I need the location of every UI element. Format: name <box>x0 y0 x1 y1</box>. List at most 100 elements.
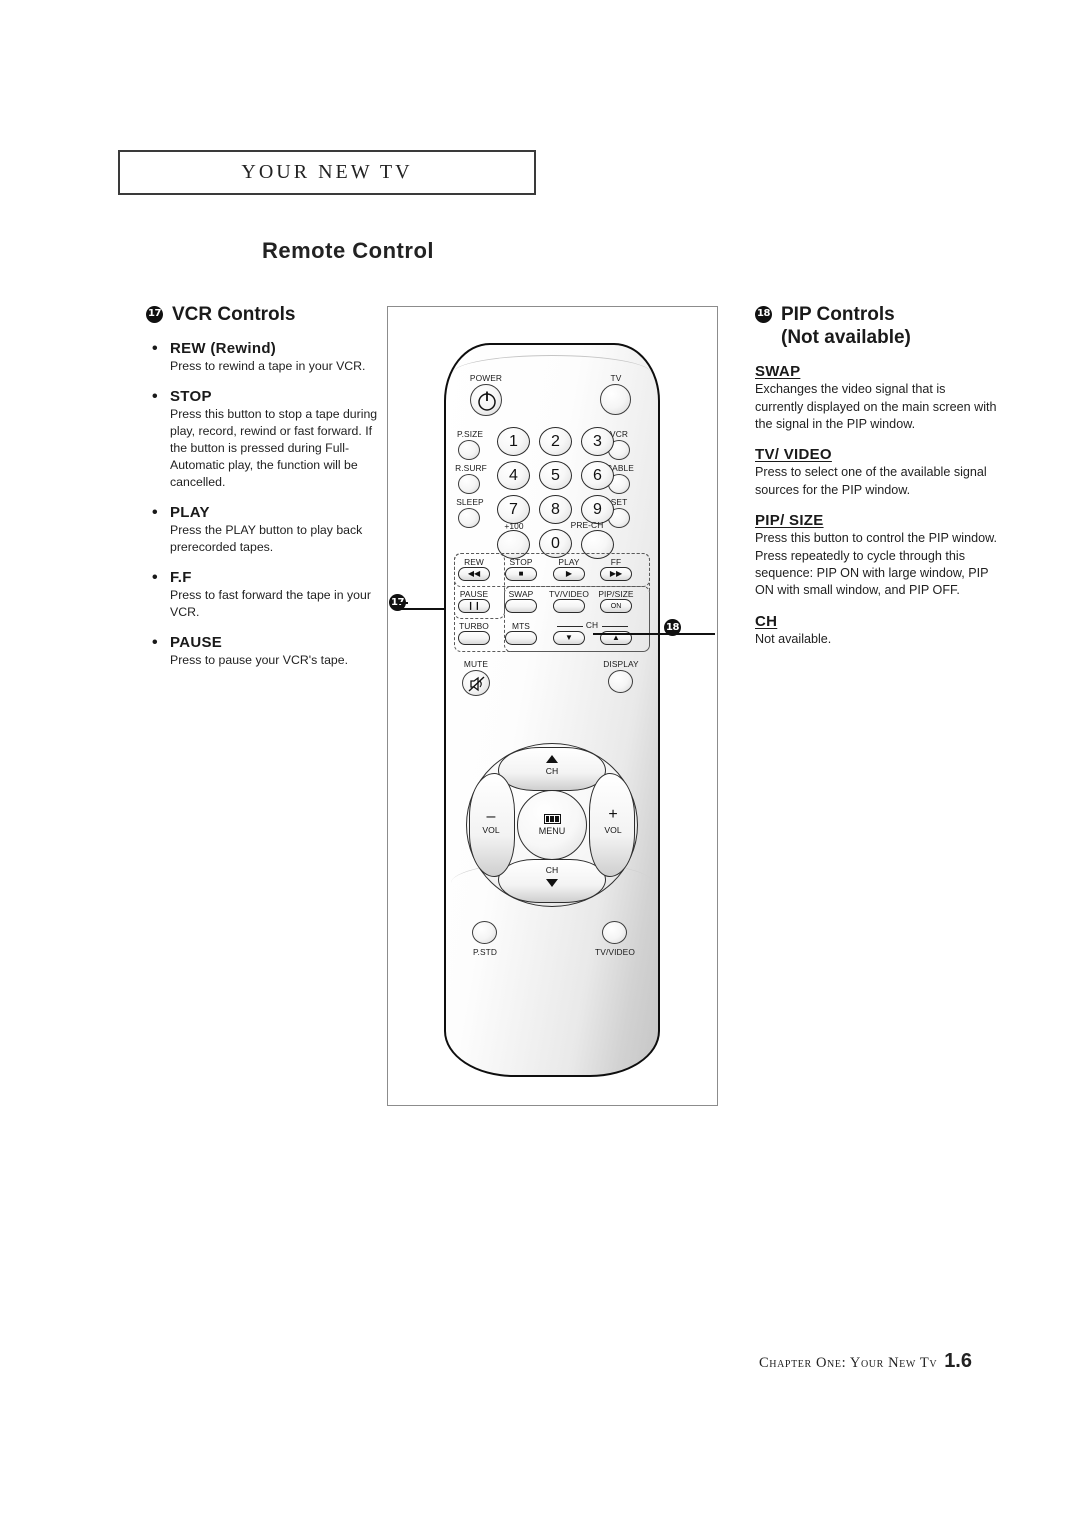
entry-desc: Press the PLAY button to play back prere… <box>170 522 363 554</box>
entry-desc: Press this button to control the PIP win… <box>755 531 997 598</box>
entry-desc: Press to select one of the available sig… <box>755 465 987 497</box>
tvvideo-pip-button[interactable] <box>553 599 585 613</box>
entry-term: STOP <box>170 388 388 405</box>
pip-controls-heading-label: PIP Controls (Not available) <box>781 303 911 349</box>
pause-icon: ❙❙ <box>467 601 481 610</box>
keypad-button-7[interactable]: 7 <box>497 495 530 524</box>
list-item: PAUSE Press to pause your VCR's tape. <box>146 634 388 669</box>
psize-button-label: P.SIZE <box>456 429 484 439</box>
entry-term: CH <box>755 612 778 630</box>
pip-on-text: ON <box>610 602 622 610</box>
entry-term: PIP/ SIZE <box>755 512 824 530</box>
mts-button-label: MTS <box>512 621 530 631</box>
bottom-tvvideo-button[interactable] <box>602 921 627 944</box>
keypad-button-4[interactable]: 4 <box>497 461 530 490</box>
display-button[interactable] <box>608 670 633 693</box>
pip-controls-heading: 18 PIP Controls (Not available) <box>755 303 997 349</box>
mute-button[interactable] <box>462 670 490 696</box>
power-button[interactable] <box>470 384 502 416</box>
list-item: CH Not available. <box>755 613 997 648</box>
pip-heading-line1: PIP Controls <box>781 304 895 325</box>
chapter-header-box: Your New Tv <box>118 150 536 195</box>
tvvideo-pip-button-label: TV/VIDEO <box>549 589 589 599</box>
prech-label: PRE-CH <box>570 520 604 530</box>
play-button-label: PLAY <box>558 557 580 567</box>
chapter-header-title: Your New Tv <box>241 161 413 183</box>
arrow-down-icon <box>546 879 558 887</box>
page-footer: Chapter One: Your New Tv 1.6 <box>759 1350 972 1373</box>
keypad-button-2[interactable]: 2 <box>539 427 572 456</box>
keypad-button-8[interactable]: 8 <box>539 495 572 524</box>
triangle-down-icon: ▼ <box>565 633 573 642</box>
power-button-label: POWER <box>469 373 503 383</box>
arrow-up-icon <box>546 755 558 763</box>
play-button[interactable]: ▶ <box>553 567 585 581</box>
entry-term: PAUSE <box>170 634 388 651</box>
ch-bracket-left <box>557 626 583 627</box>
rsurf-button-label: R.SURF <box>455 463 487 473</box>
sleep-button[interactable] <box>458 508 480 528</box>
psize-button[interactable] <box>458 440 480 460</box>
ch-group-label: CH <box>585 620 599 630</box>
turbo-button-label: TURBO <box>459 621 489 631</box>
entry-term: REW (Rewind) <box>170 340 388 357</box>
mts-button[interactable] <box>505 631 537 645</box>
keypad-button-6[interactable]: 6 <box>581 461 614 490</box>
pipsize-button[interactable]: ON <box>600 599 632 613</box>
vcr-controls-column: 17 VCR Controls REW (Rewind) Press to re… <box>146 303 388 682</box>
entry-desc: Not available. <box>755 631 832 646</box>
entry-term: SWAP <box>755 363 801 381</box>
mute-icon <box>468 676 485 692</box>
rsurf-button[interactable] <box>458 474 480 494</box>
volume-plus-icon: + <box>608 806 618 823</box>
pip-controls-column: 18 PIP Controls (Not available) SWAP Exc… <box>755 303 997 661</box>
keypad-button-3[interactable]: 3 <box>581 427 614 456</box>
play-icon: ▶ <box>565 569 573 578</box>
swap-button[interactable] <box>505 599 537 613</box>
vcr-controls-heading: 17 VCR Controls <box>146 303 388 326</box>
stop-button[interactable]: ■ <box>505 567 537 581</box>
entry-term: PLAY <box>170 504 388 521</box>
mute-button-label: MUTE <box>463 659 489 669</box>
ch-bracket-right <box>602 626 628 627</box>
entry-desc: Press to rewind a tape in your VCR. <box>170 359 366 374</box>
ff-button[interactable]: ▶▶ <box>600 567 632 581</box>
navigation-pad: CH CH – VOL + VOL MENU <box>466 743 638 907</box>
swap-button-label: SWAP <box>508 589 534 599</box>
menu-icon <box>543 814 561 824</box>
menu-button[interactable]: MENU <box>517 790 587 860</box>
volume-minus-icon: – <box>486 808 496 825</box>
rew-button-label: REW <box>464 557 484 567</box>
footer-text: Chapter One: Your New Tv <box>759 1355 938 1371</box>
callout-line-17-outer <box>398 602 408 604</box>
callout-badge-18: 18 <box>755 306 772 323</box>
tv-button[interactable] <box>600 384 631 415</box>
entry-desc: Press this button to stop a tape during … <box>170 407 378 490</box>
keypad-button-5[interactable]: 5 <box>539 461 572 490</box>
pstd-button-label: P.STD <box>472 947 498 957</box>
list-item: STOP Press this button to stop a tape du… <box>146 388 388 491</box>
list-item: SWAP Exchanges the video signal that is … <box>755 363 997 433</box>
turbo-button[interactable] <box>458 631 490 645</box>
vcr-controls-heading-label: VCR Controls <box>172 304 296 325</box>
nav-left-label: VOL <box>482 825 500 835</box>
list-item: PLAY Press the PLAY button to play back … <box>146 504 388 556</box>
channel-down-button[interactable]: ▼ <box>553 631 585 645</box>
fast-forward-icon: ▶▶ <box>609 569 623 578</box>
pause-button-label: PAUSE <box>459 589 489 599</box>
list-item: PIP/ SIZE Press this button to control t… <box>755 512 997 600</box>
rew-button[interactable]: ◀◀ <box>458 567 490 581</box>
pstd-button[interactable] <box>472 921 497 944</box>
entry-desc: Exchanges the video signal that is curre… <box>755 382 997 432</box>
nav-down-label: CH <box>545 865 559 875</box>
pipsize-button-label: PIP/SIZE <box>598 589 634 599</box>
entry-term: TV/ VIDEO <box>755 446 832 464</box>
menu-button-label: MENU <box>538 826 566 836</box>
remote-device: POWER TV P.SIZE R.SURF SLEEP VCR CABLE S… <box>444 343 660 1077</box>
tv-button-label: TV <box>610 373 622 383</box>
pause-button[interactable]: ❙❙ <box>458 599 490 613</box>
triangle-up-icon: ▲ <box>612 633 620 642</box>
entry-term: F.F <box>170 569 388 586</box>
keypad-button-1[interactable]: 1 <box>497 427 530 456</box>
callout-line-18 <box>593 633 715 635</box>
